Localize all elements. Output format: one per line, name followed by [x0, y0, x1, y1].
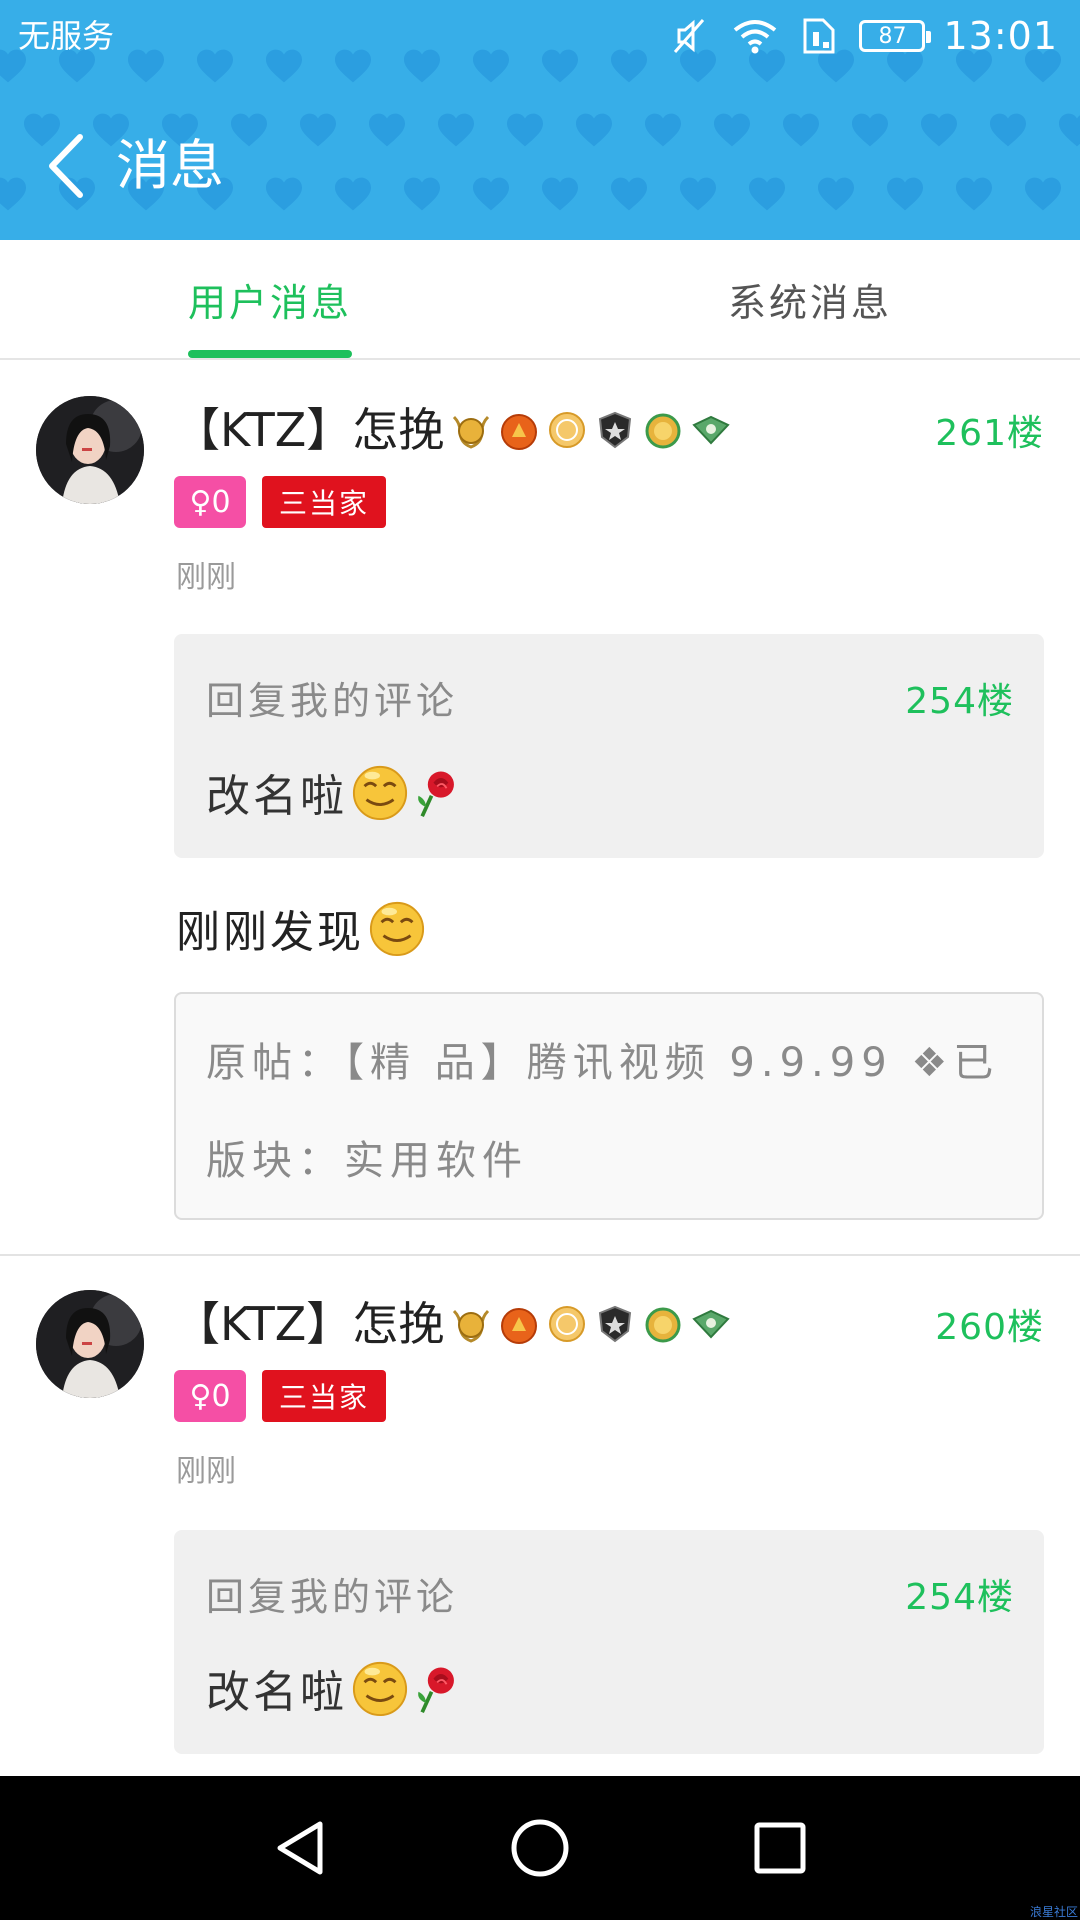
medal-icon — [501, 1308, 538, 1344]
app-header: 无服务 87 13:01 消息 — [0, 0, 1080, 240]
page-title: 消息 — [116, 134, 224, 197]
back-icon — [277, 1821, 323, 1875]
status-icons: 87 13:01 — [647, 10, 1058, 62]
medal-icon — [501, 414, 538, 450]
medal-icon — [549, 1306, 586, 1342]
list-item[interactable]: 【KTZ】怎挽 261楼 ♀0 三当家 刚刚 回复我的评论 254楼 改名啦 刚… — [0, 362, 1080, 1258]
title-bar: 消息 — [0, 108, 1080, 228]
recents-icon — [754, 1822, 806, 1874]
timestamp: 刚刚 — [176, 560, 236, 595]
tab-user-messages[interactable]: 用户消息 — [0, 240, 540, 358]
medal-icon — [645, 413, 681, 449]
clock: 13:01 — [943, 14, 1058, 58]
battery-level: 87 — [878, 23, 907, 49]
rank-badge: 三当家 — [262, 476, 386, 528]
status-bar: 无服务 87 13:01 — [0, 0, 1080, 72]
message-tabs: 用户消息 系统消息 — [0, 240, 1080, 360]
sim-icon — [801, 16, 837, 56]
reply-floor-number: 254楼 — [905, 681, 1014, 722]
system-nav-bar: 浪星社区 — [0, 1776, 1080, 1920]
reply-text: 改名啦 — [206, 1656, 467, 1720]
gender-badge: ♀0 — [174, 1370, 246, 1422]
medal-icon — [599, 1305, 632, 1343]
divider — [0, 1254, 1080, 1256]
floor-number: 261楼 — [935, 413, 1044, 454]
active-tab-indicator — [188, 350, 352, 358]
medal-icon — [452, 415, 490, 449]
smile-emoji-icon — [352, 765, 408, 821]
nav-back-button[interactable] — [264, 1812, 336, 1884]
nav-home-button[interactable] — [504, 1812, 576, 1884]
reply-text-content: 改名啦 — [206, 1667, 347, 1718]
nav-recents-button[interactable] — [744, 1812, 816, 1884]
original-post-section: 版块：实用软件 — [206, 1138, 528, 1184]
rose-emoji-icon — [416, 1665, 456, 1715]
message-content: 刚刚发现 — [176, 896, 426, 960]
mute-icon — [669, 16, 709, 56]
home-icon — [511, 1819, 569, 1877]
avatar[interactable] — [36, 396, 144, 504]
message-content-text: 刚刚发现 — [176, 907, 364, 958]
carrier-label: 无服务 — [18, 17, 115, 55]
medal-icon — [692, 415, 730, 445]
medal-icon — [645, 1307, 681, 1343]
gender-badge: ♀0 — [174, 476, 246, 528]
replied-comment[interactable]: 回复我的评论 254楼 改名啦 — [174, 634, 1044, 858]
medal-icon — [692, 1309, 730, 1339]
reply-label: 回复我的评论 — [206, 1575, 459, 1619]
username-text: 【KTZ】怎挽 — [174, 1297, 445, 1351]
chevron-left-icon — [49, 134, 83, 198]
smile-emoji-icon — [369, 901, 425, 957]
original-post-title: 原帖：【精 品】腾讯视频 9.9.99 ❖已 — [206, 1040, 1000, 1086]
rose-emoji-icon — [416, 769, 456, 819]
smile-emoji-icon — [352, 1661, 408, 1717]
list-item[interactable]: 【KTZ】怎挽 260楼 ♀0 三当家 刚刚 回复我的评论 254楼 改名啦 — [0, 1258, 1080, 1778]
replied-comment[interactable]: 回复我的评论 254楼 改名啦 — [174, 1530, 1044, 1754]
username[interactable]: 【KTZ】怎挽 — [174, 1294, 738, 1354]
wifi-icon — [731, 16, 779, 56]
floor-number: 260楼 — [935, 1307, 1044, 1348]
back-button[interactable] — [36, 130, 96, 202]
original-post-card[interactable]: 原帖：【精 品】腾讯视频 9.9.99 ❖已 版块：实用软件 — [174, 992, 1044, 1220]
medal-icon — [599, 411, 632, 449]
reply-floor-number: 254楼 — [905, 1577, 1014, 1618]
battery-icon: 87 — [859, 20, 932, 52]
tab-system-messages[interactable]: 系统消息 — [540, 240, 1080, 358]
reply-text-content: 改名啦 — [206, 771, 347, 822]
reply-label: 回复我的评论 — [206, 679, 459, 723]
avatar[interactable] — [36, 1290, 144, 1398]
medal-icon — [452, 1309, 490, 1343]
username[interactable]: 【KTZ】怎挽 — [174, 400, 738, 460]
rank-badge: 三当家 — [262, 1370, 386, 1422]
reply-text: 改名啦 — [206, 760, 467, 824]
timestamp: 刚刚 — [176, 1454, 236, 1489]
username-text: 【KTZ】怎挽 — [174, 403, 445, 457]
medal-icon — [549, 412, 586, 448]
medal-row — [450, 1303, 738, 1345]
medal-row — [450, 409, 738, 451]
watermark: 浪星社区 — [1029, 1905, 1078, 1919]
